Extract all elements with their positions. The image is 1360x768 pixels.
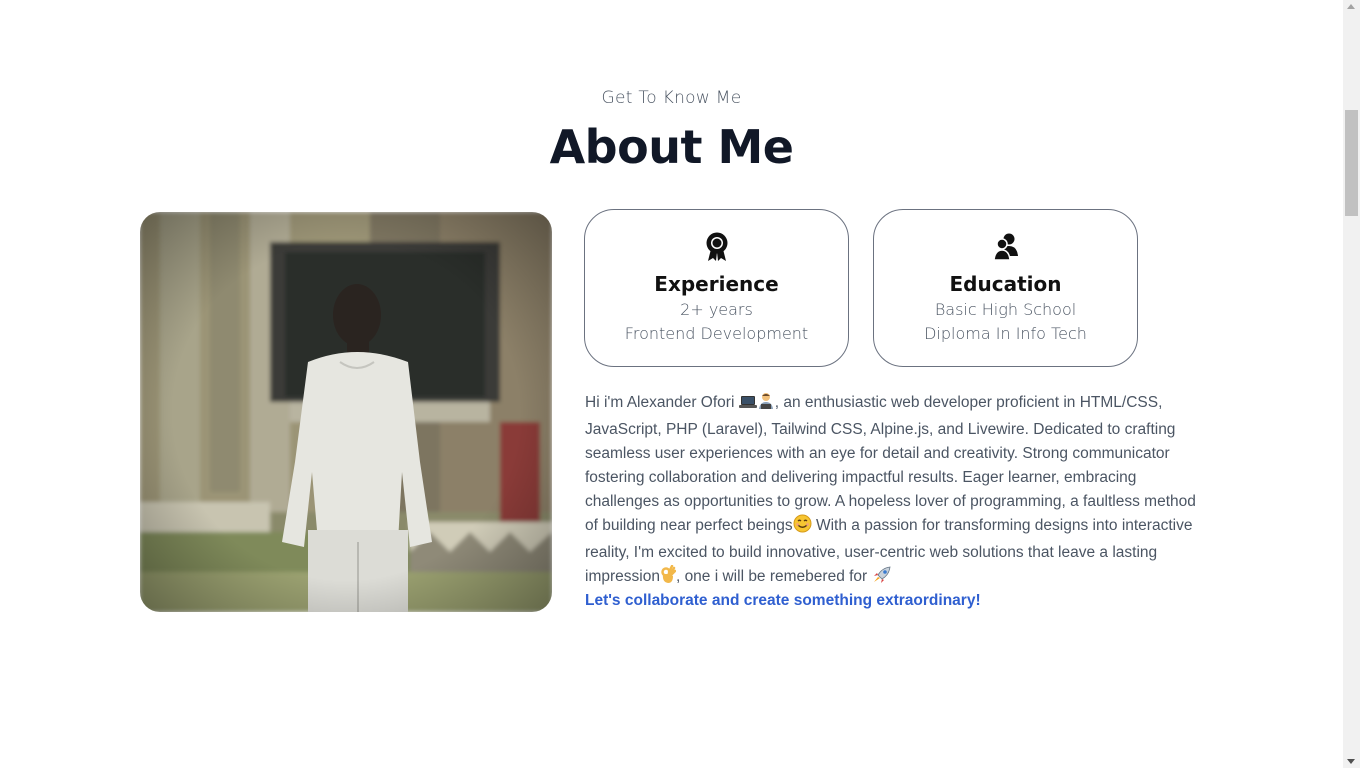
laptop-emoji-icon xyxy=(738,394,757,418)
scrollbar-thumb[interactable] xyxy=(1345,110,1358,216)
about-section: Get To Know Me About Me Experience 2+ ye… xyxy=(0,0,1343,768)
card-detail: Frontend Development xyxy=(624,324,809,343)
card-title: Experience xyxy=(654,272,779,296)
technologist-emoji-icon xyxy=(757,392,775,418)
page-scrollbar[interactable] xyxy=(1343,0,1360,768)
bio-text: Hi i'm Alexander Ofori , an enthusiastic… xyxy=(585,391,1205,592)
card-detail: Diploma In Info Tech xyxy=(924,324,1087,343)
rocket-emoji-icon xyxy=(872,566,892,592)
card-title: Education xyxy=(949,272,1062,296)
collaborate-link[interactable]: Let's collaborate and create something e… xyxy=(585,592,981,610)
scroll-down-icon[interactable] xyxy=(1347,759,1355,764)
smile-emoji-icon xyxy=(793,514,812,541)
scroll-up-icon[interactable] xyxy=(1347,4,1355,9)
users-icon xyxy=(992,232,1019,262)
ok-hand-emoji-icon xyxy=(660,564,677,592)
card-detail: 2+ years xyxy=(680,300,753,319)
section-subtitle: Get To Know Me xyxy=(601,88,742,108)
award-icon xyxy=(704,232,730,262)
card-detail: Basic High School xyxy=(934,300,1077,319)
experience-card: Experience 2+ years Frontend Development xyxy=(584,209,849,367)
education-card: Education Basic High School Diploma In I… xyxy=(873,209,1138,367)
profile-photo xyxy=(140,212,552,612)
section-title: About Me xyxy=(549,120,794,174)
